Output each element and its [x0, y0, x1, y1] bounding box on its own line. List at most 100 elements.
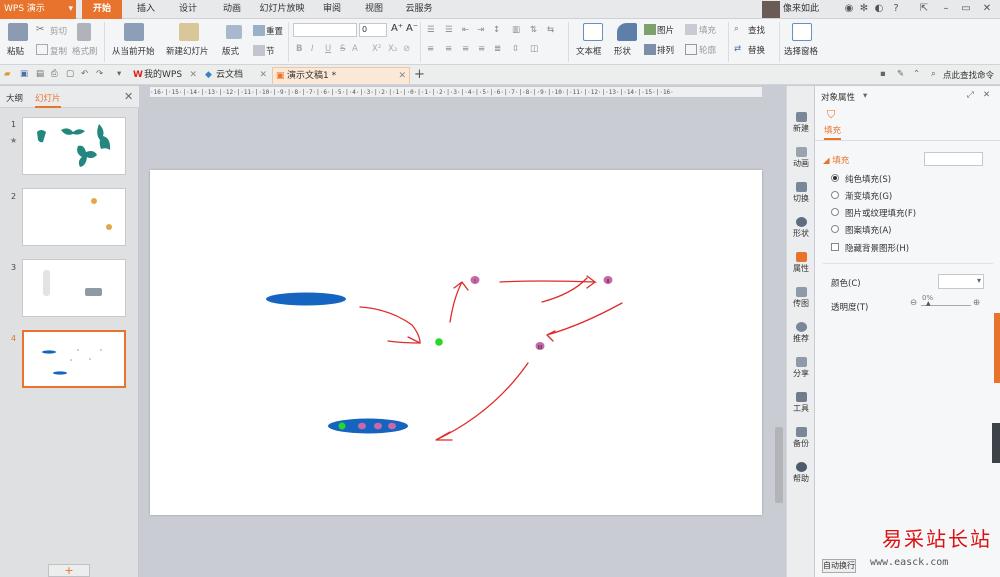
section-button[interactable]: 节 — [266, 45, 275, 57]
numbering-icon[interactable]: ☰ — [445, 25, 453, 35]
slide-thumbnail-2[interactable] — [22, 188, 126, 246]
copy-button[interactable]: 复制 — [50, 45, 67, 57]
outline-icon[interactable] — [685, 44, 697, 55]
export-icon[interactable]: ▤ — [36, 69, 44, 79]
text-direction-icon[interactable]: ⇅ — [530, 25, 537, 35]
italic-button[interactable]: I — [311, 44, 314, 54]
tab-my-wps[interactable]: W 我的WPS ✕ — [130, 67, 200, 84]
tool-properties[interactable]: 属性 — [787, 252, 815, 274]
pen-icon[interactable]: ✎ — [897, 69, 904, 79]
shape-icon[interactable] — [617, 23, 637, 41]
minimize-icon[interactable]: – — [940, 3, 952, 15]
align-right-icon[interactable]: ≡ — [462, 44, 469, 54]
cut-button[interactable]: 剪切 — [50, 25, 67, 37]
tab-slideshow[interactable]: 幻灯片放映 — [256, 0, 308, 19]
format-painter-button[interactable]: 格式刷 — [72, 45, 98, 57]
scissors-icon[interactable]: ✂ — [36, 24, 48, 35]
vertical-scrollbar[interactable] — [774, 87, 784, 507]
layout-button[interactable]: 版式 — [222, 45, 239, 57]
find-icon[interactable]: ⌕ — [734, 24, 739, 34]
chevron-down-icon[interactable]: ▾ — [863, 91, 867, 101]
slide-canvas[interactable]: I II III — [150, 170, 762, 515]
fill-button[interactable]: 填充 — [699, 24, 716, 36]
replace-icon[interactable]: ⇄ — [734, 44, 741, 54]
tab-fill[interactable]: 填充 — [824, 124, 842, 140]
tool-backup[interactable]: 备份 — [787, 427, 815, 449]
tool-tools[interactable]: 工具 — [787, 392, 815, 414]
fill-icon[interactable] — [685, 24, 697, 35]
undo-icon[interactable]: ↶ — [81, 69, 88, 79]
new-slide-icon[interactable] — [179, 23, 199, 41]
from-current-button[interactable]: 从当前开始 — [112, 45, 155, 57]
textbox-button[interactable]: 文本框 — [576, 45, 602, 57]
picture-button[interactable]: 图片 — [657, 24, 674, 36]
comment-icon[interactable]: ▪ — [880, 69, 886, 79]
replace-button[interactable]: 替换 — [748, 44, 765, 56]
pattern-fill-label[interactable]: 图案填充(A) — [845, 224, 891, 236]
gradient-fill-label[interactable]: 渐变填充(G) — [845, 190, 892, 202]
close-icon[interactable]: ✕ — [124, 90, 133, 103]
outdent-icon[interactable]: ⇤ — [462, 25, 469, 35]
slide-thumbnail-3[interactable] — [22, 259, 126, 317]
close-icon[interactable]: ✕ — [189, 67, 197, 84]
grow-font-icon[interactable]: A⁺ — [391, 23, 403, 34]
shape-button[interactable]: 形状 — [614, 45, 631, 57]
bold-button[interactable]: B — [296, 44, 302, 54]
tool-recommend[interactable]: 推荐 — [787, 322, 815, 344]
clear-format-icon[interactable]: ⊘ — [403, 44, 410, 54]
collapse-ribbon-icon[interactable]: ⌃ — [913, 69, 920, 79]
tab-presentation-1[interactable]: ▣ 演示文稿1 * ✕ — [272, 67, 410, 84]
tab-view[interactable]: 视图 — [358, 0, 390, 19]
undock-icon[interactable]: ⤢ — [967, 90, 974, 100]
font-color-icon[interactable]: A — [352, 44, 358, 54]
gear-icon[interactable]: ✻ — [858, 3, 870, 15]
tab-animation[interactable]: 动画 — [216, 0, 248, 19]
tool-transition[interactable]: 切换 — [787, 182, 815, 204]
paste-icon[interactable] — [8, 23, 28, 41]
tab-insert[interactable]: 插入 — [130, 0, 162, 19]
scrollbar-thumb[interactable] — [775, 427, 783, 503]
slide-thumbnail-1[interactable] — [22, 117, 126, 175]
tool-upload-image[interactable]: 传图 — [787, 287, 815, 309]
underline-button[interactable]: U — [325, 44, 331, 54]
outline-button[interactable]: 轮廓 — [699, 44, 716, 56]
find-button[interactable]: 查找 — [748, 24, 765, 36]
sync-icon[interactable]: ◉ — [843, 3, 855, 15]
subscript-icon[interactable]: X₂ — [388, 44, 397, 54]
tab-design[interactable]: 设计 — [172, 0, 204, 19]
bullets-icon[interactable]: ☰ — [427, 25, 435, 35]
new-tab-button[interactable]: + — [414, 67, 425, 82]
tool-help[interactable]: 帮助 — [787, 462, 815, 484]
redo-icon[interactable]: ↷ — [96, 69, 103, 79]
tab-slides[interactable]: 幻灯片 — [35, 92, 61, 108]
solid-fill-radio[interactable] — [831, 174, 839, 182]
columns-icon[interactable]: ▥ — [512, 25, 520, 35]
add-slide-button[interactable]: + — [48, 564, 90, 577]
print-icon[interactable]: ⎙ — [51, 69, 58, 79]
copy-icon[interactable] — [36, 44, 48, 55]
hide-background-checkbox[interactable] — [831, 243, 839, 251]
search-icon[interactable]: ⌕ — [931, 69, 936, 79]
tool-shape[interactable]: 形状 — [787, 217, 815, 239]
close-icon[interactable]: ✕ — [398, 68, 406, 85]
panel-expand-handle[interactable] — [994, 313, 1000, 383]
tab-cloud-docs[interactable]: ◆ 云文档 ✕ — [202, 67, 270, 84]
close-icon[interactable]: ✕ — [983, 90, 990, 100]
auto-wrap-button[interactable]: 自动换行 — [822, 559, 856, 573]
tab-cloud[interactable]: 云服务 — [400, 0, 438, 19]
justify-icon[interactable]: ≡ — [478, 44, 485, 54]
tab-home[interactable]: 开始 — [82, 0, 122, 19]
fill-section-toggle[interactable]: ◢ 填充 — [823, 154, 849, 166]
save-icon[interactable]: ▣ — [20, 69, 28, 79]
open-icon[interactable]: ▰ — [4, 69, 11, 79]
indent-icon[interactable]: ⇥ — [477, 25, 484, 35]
new-slide-button[interactable]: 新建幻灯片 — [166, 45, 209, 57]
picture-fill-radio[interactable] — [831, 208, 839, 216]
smart-art-icon[interactable]: ◫ — [530, 44, 538, 54]
minus-icon[interactable]: ⊖ — [910, 298, 917, 308]
solid-fill-label[interactable]: 纯色填充(S) — [845, 173, 891, 185]
side-widget[interactable] — [992, 423, 1000, 463]
line-spacing-icon[interactable]: ↕ — [493, 25, 500, 35]
font-size-field[interactable]: 0 — [359, 23, 387, 37]
chevron-down-icon[interactable]: ▾ — [117, 69, 121, 79]
